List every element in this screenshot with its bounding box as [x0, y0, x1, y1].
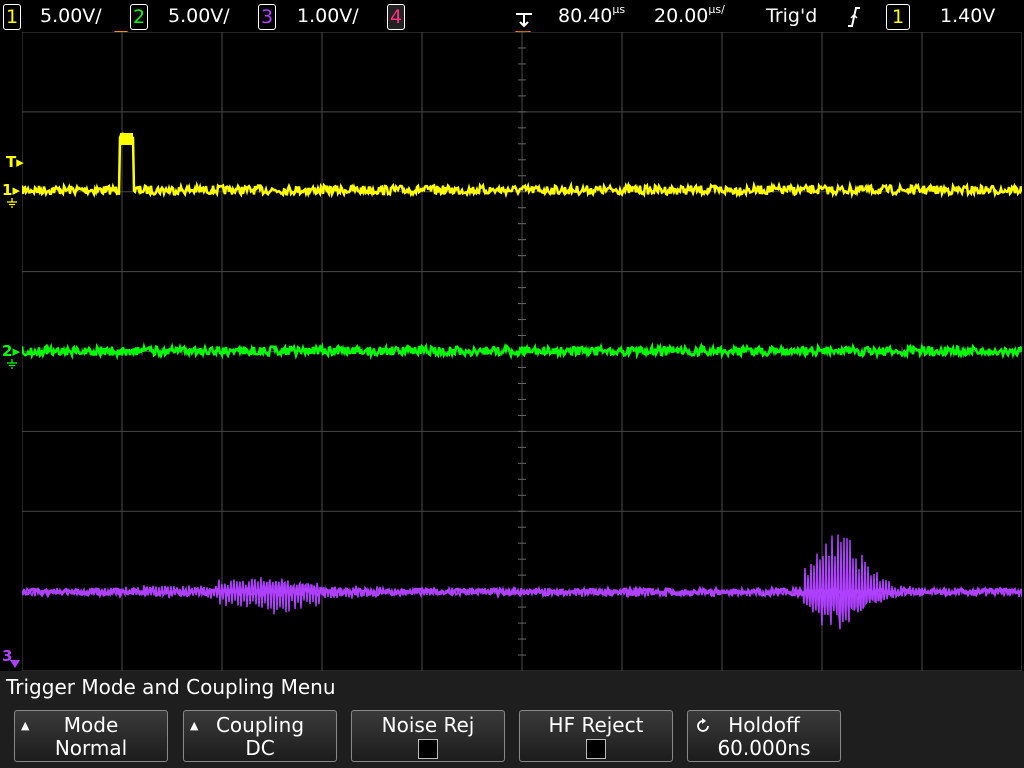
channel-1-badge[interactable]: 1 — [3, 4, 21, 30]
triangle-up-icon: ▲ — [21, 719, 30, 732]
channel-2-scale: 5.00V/ — [168, 5, 230, 27]
waveforms — [22, 132, 1022, 630]
hf-reject-checkbox[interactable] — [586, 739, 606, 759]
channel-2-ground-marker[interactable]: 2▸ — [2, 343, 20, 359]
channel-1-marker-label: 1 — [2, 181, 13, 199]
channel-1-ground-marker[interactable]: 1▸ — [2, 182, 20, 198]
channel-3-badge[interactable]: 3 — [258, 4, 276, 30]
mode-softkey[interactable]: ▲ Mode Normal — [14, 710, 168, 762]
channel-3-scale: 1.00V/ — [297, 5, 359, 27]
noise-reject-label: Noise Rej — [381, 713, 475, 737]
ground-icon — [7, 198, 17, 208]
trigger-marker-label: T — [6, 153, 17, 171]
channel-4-badge[interactable]: 4 — [387, 4, 405, 30]
trigger-level-marker[interactable]: T▸ — [6, 154, 24, 170]
delay-reference-icon — [516, 13, 532, 28]
channel-2-marker-label: 2 — [2, 342, 13, 360]
mode-label: Mode — [63, 713, 119, 737]
timebase-value: 20.00 — [654, 5, 709, 27]
hf-reject-softkey[interactable]: HF Reject — [519, 710, 673, 762]
channel-1-arrow-icon: ▸ — [12, 181, 20, 199]
timebase-readout: 20.00µs/ — [654, 4, 725, 28]
channel-1-scale: 5.00V/ — [40, 5, 102, 27]
coupling-label: Coupling — [215, 713, 305, 737]
rotate-knob-icon — [697, 718, 709, 732]
trigger-arrow-icon: ▸ — [16, 153, 24, 171]
rising-edge-icon — [848, 7, 860, 27]
ground-icon — [7, 359, 17, 369]
noise-reject-checkbox[interactable] — [418, 739, 438, 759]
channel-2-trace — [22, 341, 1022, 361]
channel-1-pulse — [120, 133, 133, 145]
timebase-unit: µs/ — [708, 3, 725, 16]
hf-reject-label: HF Reject — [548, 713, 644, 737]
coupling-value: DC — [245, 736, 275, 760]
menu-title: Trigger Mode and Coupling Menu — [6, 675, 336, 699]
delay-value: 80.40 — [558, 5, 613, 27]
down-arrow-icon — [10, 660, 20, 668]
noise-reject-softkey[interactable]: Noise Rej — [351, 710, 505, 762]
channel-2-arrow-icon: ▸ — [12, 342, 20, 360]
channel-1-trace — [22, 132, 1022, 199]
triangle-up-icon: ▲ — [190, 719, 199, 732]
trigger-source-badge[interactable]: 1 — [886, 4, 910, 30]
trigger-status: Trig'd — [766, 5, 818, 27]
holdoff-value: 60.000ns — [717, 736, 811, 760]
trigger-level: 1.40V — [940, 5, 996, 27]
delay-unit: µs — [612, 3, 626, 16]
delay-readout: 80.40µs — [558, 4, 625, 28]
holdoff-softkey[interactable]: Holdoff 60.000ns — [687, 710, 841, 762]
channel-3-trace — [22, 534, 1022, 630]
mode-value: Normal — [54, 736, 128, 760]
status-bar: 1 5.00V/ 2 5.00V/ 3 1.00V/ 4 80.40µs 20.… — [0, 0, 1024, 32]
waveform-display[interactable] — [22, 32, 1022, 671]
channel-2-badge[interactable]: 2 — [130, 4, 148, 30]
coupling-softkey[interactable]: ▲ Coupling DC — [183, 710, 337, 762]
